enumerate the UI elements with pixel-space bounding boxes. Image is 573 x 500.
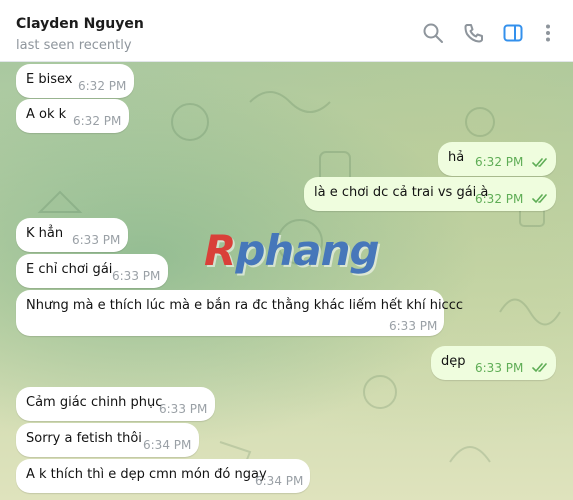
- double-check-icon: [532, 194, 548, 204]
- message-bubble-outgoing[interactable]: là e chơi dc cả trai vs gái à 6:32 PM: [304, 177, 556, 211]
- message-bubble-incoming[interactable]: E bisex 6:32 PM: [16, 64, 134, 98]
- message-text: Nhưng mà e thích lúc mà e bắn ra đc thằn…: [26, 298, 464, 313]
- message-time: 6:34 PM: [143, 438, 192, 452]
- watermark-logo: Rphang: [204, 226, 380, 275]
- message-time: 6:34 PM: [255, 474, 304, 488]
- message-time: 6:32 PM: [73, 114, 122, 128]
- message-time: 6:33 PM: [72, 233, 121, 247]
- message-time: 6:33 PM: [475, 361, 524, 375]
- message-bubble-outgoing[interactable]: hả 6:32 PM: [438, 142, 556, 176]
- double-check-icon: [532, 158, 548, 168]
- phone-icon[interactable]: [463, 22, 485, 44]
- contact-status: last seen recently: [16, 38, 132, 53]
- message-time: 6:33 PM: [112, 269, 161, 283]
- message-text: Sorry a fetish thôi: [26, 431, 142, 446]
- message-bubble-incoming[interactable]: K hẳn 6:33 PM: [16, 218, 128, 252]
- message-time: 6:33 PM: [389, 319, 438, 333]
- message-bubble-incoming[interactable]: Sorry a fetish thôi 6:34 PM: [16, 423, 199, 457]
- message-bubble-outgoing[interactable]: dẹp 6:33 PM: [431, 346, 556, 380]
- message-text: Cảm giác chinh phục: [26, 395, 163, 410]
- contact-name[interactable]: Clayden Nguyen: [16, 16, 144, 32]
- message-text: A ok k: [26, 107, 67, 122]
- chat-header: Clayden Nguyen last seen recently: [0, 0, 573, 62]
- sidebar-toggle-icon[interactable]: [502, 22, 524, 44]
- search-icon[interactable]: [422, 22, 444, 44]
- message-text: E chỉ chơi gái: [26, 262, 113, 277]
- message-time: 6:32 PM: [475, 155, 524, 169]
- message-time: 6:33 PM: [159, 402, 208, 416]
- message-bubble-incoming[interactable]: A k thích thì e dẹp cmn món đó ngay 6:34…: [16, 459, 310, 493]
- message-bubble-incoming[interactable]: Nhưng mà e thích lúc mà e bắn ra đc thằn…: [16, 290, 463, 336]
- message-bubble-incoming[interactable]: A ok k 6:32 PM: [16, 99, 129, 133]
- message-bubble-incoming[interactable]: E chỉ chơi gái 6:33 PM: [16, 254, 168, 288]
- message-bubble-incoming[interactable]: Cảm giác chinh phục 6:33 PM: [16, 387, 215, 421]
- message-text: dẹp: [441, 354, 466, 369]
- message-time: 6:32 PM: [475, 192, 524, 206]
- double-check-icon: [532, 363, 548, 373]
- message-text: hả: [448, 150, 465, 165]
- more-vertical-icon[interactable]: [537, 22, 559, 44]
- message-text: E bisex: [26, 72, 73, 87]
- message-list[interactable]: Rphang E bisex 6:32 PM A ok k 6:32 PM hả…: [0, 62, 573, 500]
- message-text: A k thích thì e dẹp cmn món đó ngay: [26, 467, 267, 482]
- message-text: là e chơi dc cả trai vs gái à: [314, 185, 489, 200]
- message-text: K hẳn: [26, 226, 64, 241]
- message-time: 6:32 PM: [78, 79, 127, 93]
